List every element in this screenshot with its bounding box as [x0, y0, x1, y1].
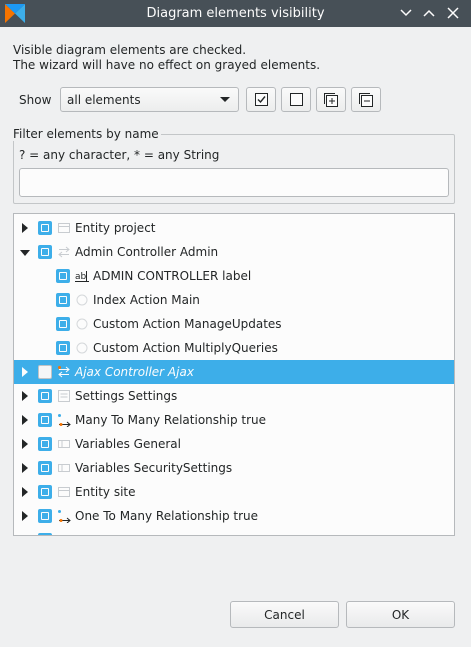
row-checkbox[interactable]	[38, 389, 52, 403]
row-checkbox[interactable]	[56, 341, 70, 355]
tree-row[interactable]: Entity project	[14, 216, 454, 240]
action-icon	[76, 342, 88, 354]
variables-icon	[58, 440, 70, 448]
show-label: Show	[19, 93, 52, 107]
relationship-icon	[58, 414, 71, 427]
tree-row[interactable]: Admin Controller Admin	[14, 240, 454, 264]
row-label: Custom Action ManageUpdates	[93, 317, 282, 331]
collapse-arrow-icon[interactable]	[20, 250, 30, 256]
close-button[interactable]	[443, 3, 463, 23]
expand-arrow-icon[interactable]	[22, 391, 28, 401]
description-line-1: Visible diagram elements are checked.	[13, 43, 247, 57]
description-line-2: The wizard will have no effect on grayed…	[13, 58, 321, 72]
filter-group-title: Filter elements by name	[13, 127, 161, 141]
row-label: Variables SecuritySettings	[75, 461, 233, 475]
row-checkbox[interactable]	[38, 461, 52, 475]
row-label: Admin Controller Admin	[75, 245, 219, 259]
expand-arrow-icon[interactable]	[22, 511, 28, 521]
tree-row[interactable]: Many To Many Relationship true	[14, 408, 454, 432]
row-label: Many To Many Relationship true	[75, 413, 267, 427]
ok-button[interactable]: OK	[346, 601, 455, 628]
relationship-icon	[58, 510, 71, 523]
minimize-button[interactable]	[396, 3, 416, 23]
filter-hint: ? = any character, * = any String	[19, 148, 220, 162]
row-label: Index Action Main	[93, 293, 200, 307]
tree-row[interactable]: Index Action Main	[14, 288, 454, 312]
row-label: One To Many Relationship true	[75, 509, 259, 523]
tree-row[interactable]: Custom Action ManageUpdates	[14, 312, 454, 336]
elements-tree[interactable]: Entity project Admin Controller Admin ab…	[13, 213, 455, 536]
title-bar: Diagram elements visibility	[0, 0, 471, 27]
entity-icon	[58, 223, 70, 233]
row-checkbox[interactable]	[56, 269, 70, 283]
row-checkbox[interactable]	[56, 317, 70, 331]
row-label: ADMIN CONTROLLER label	[93, 269, 252, 283]
expand-arrow-icon[interactable]	[22, 535, 28, 536]
row-checkbox[interactable]	[38, 437, 52, 451]
tree-row[interactable]: Entity site	[14, 480, 454, 504]
expand-arrow-icon[interactable]	[22, 415, 28, 425]
expand-arrow-icon[interactable]	[22, 223, 28, 233]
row-checkbox[interactable]	[38, 509, 52, 523]
dropdown-arrow-icon	[220, 97, 230, 102]
expand-arrow-icon[interactable]	[22, 367, 28, 377]
maximize-button[interactable]	[419, 3, 439, 23]
expand-arrow-icon[interactable]	[22, 463, 28, 473]
tree-row-selected[interactable]: Ajax Controller Ajax	[14, 360, 454, 384]
row-checkbox[interactable]	[38, 413, 52, 427]
collapse-all-icon	[359, 92, 373, 107]
expand-all-icon	[324, 92, 338, 107]
controller-icon	[58, 246, 70, 258]
row-label: Entity site	[75, 485, 136, 499]
tree-row[interactable]: Variables SecuritySettings	[14, 456, 454, 480]
row-checkbox[interactable]	[38, 221, 52, 235]
tree-row[interactable]: One To Many Relationship true	[14, 504, 454, 528]
ajax-controller-icon	[58, 366, 70, 378]
settings-icon	[58, 390, 70, 402]
row-checkbox[interactable]	[38, 533, 52, 535]
variables-icon	[58, 464, 70, 472]
expand-arrow-icon[interactable]	[22, 487, 28, 497]
chevron-down-icon	[400, 9, 412, 17]
cancel-button[interactable]: Cancel	[230, 601, 339, 628]
tree-row[interactable]: Variables General	[14, 432, 454, 456]
show-dropdown-value: all elements	[67, 93, 141, 107]
show-dropdown[interactable]: all elements	[60, 87, 239, 112]
tree-row[interactable]: ab ADMIN CONTROLLER label	[14, 264, 454, 288]
collapse-all-button[interactable]	[351, 87, 381, 112]
tree-row[interactable]: Custom Action MultiplyQueries	[14, 336, 454, 360]
close-icon	[447, 7, 459, 19]
tree-row[interactable]: Settings Settings	[14, 384, 454, 408]
chevron-up-icon	[423, 9, 435, 17]
empty-box-icon	[289, 93, 303, 106]
row-label: Entity project	[75, 221, 156, 235]
action-icon	[76, 318, 88, 330]
row-checkbox[interactable]	[38, 245, 52, 259]
label-icon: ab	[75, 271, 89, 282]
tree-row-partial[interactable]	[14, 528, 454, 536]
row-checkbox[interactable]	[56, 293, 70, 307]
row-label: Variables General	[75, 437, 181, 451]
check-all-button[interactable]	[246, 87, 276, 112]
svg-text:ab: ab	[75, 272, 87, 282]
checked-box-icon	[254, 93, 268, 106]
row-label: Settings Settings	[75, 389, 178, 403]
entity-icon	[58, 487, 70, 497]
row-label: Custom Action MultiplyQueries	[93, 341, 278, 355]
expand-all-button[interactable]	[316, 87, 346, 112]
filter-input[interactable]	[19, 168, 449, 197]
row-label: Ajax Controller Ajax	[75, 365, 194, 379]
row-checkbox[interactable]	[38, 485, 52, 499]
expand-arrow-icon[interactable]	[22, 439, 28, 449]
row-checkbox[interactable]	[38, 365, 52, 379]
action-icon	[76, 294, 88, 306]
uncheck-all-button[interactable]	[281, 87, 311, 112]
